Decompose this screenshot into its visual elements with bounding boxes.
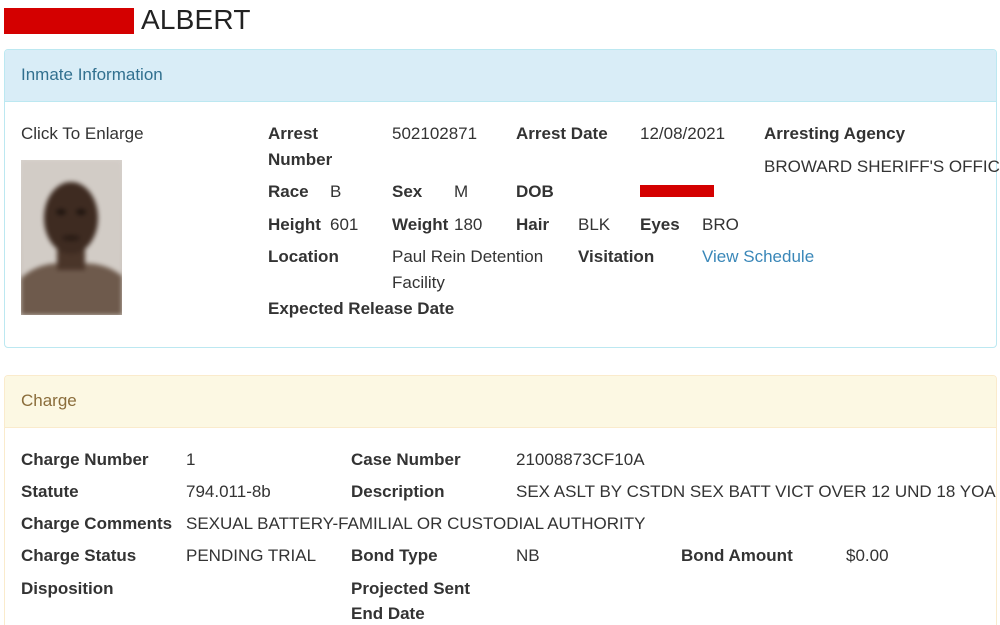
charge-comments-value: SEXUAL BATTERY-FAMILIAL OR CUSTODIAL AUT… (186, 514, 646, 533)
disposition-label: Disposition (21, 579, 114, 598)
charge-status-value: PENDING TRIAL (186, 546, 317, 565)
case-number-value: 21008873CF10A (516, 450, 645, 469)
visitation-label: Visitation (578, 247, 655, 266)
arresting-agency-label: Arresting Agency (764, 124, 906, 143)
charge-status-label: Charge Status (21, 546, 137, 565)
statute-label: Statute (21, 482, 79, 501)
location-value: Paul Rein Detention (392, 247, 544, 266)
inmate-name: ALBERT (141, 4, 251, 35)
case-number-label: Case Number (351, 450, 461, 469)
inmate-information-heading: Inmate Information (5, 50, 996, 102)
description-label: Description (351, 482, 445, 501)
sex-value: M (454, 182, 469, 201)
redacted-first-name (4, 8, 134, 34)
arrest-date-value: 12/08/2021 (640, 124, 726, 143)
hair-label: Hair (516, 215, 550, 234)
arresting-agency-value: BROWARD SHERIFF'S OFFICE (764, 157, 1000, 176)
expected-release-date-label: Expected Release Date (268, 299, 455, 318)
arrest-number-label-cont: Number (268, 150, 333, 169)
redacted-dob (640, 185, 714, 197)
bond-amount-value: $0.00 (846, 546, 889, 565)
description-value: SEX ASLT BY CSTDN SEX BATT VICT OVER 12 … (516, 482, 996, 501)
inmate-photo[interactable] (21, 160, 122, 315)
arrest-number-label: Arrest (268, 124, 319, 143)
photo-caption-link[interactable]: Click To Enlarge (21, 121, 144, 147)
weight-value: 180 (454, 215, 483, 234)
dob-label: DOB (516, 182, 554, 201)
hair-value: BLK (578, 215, 611, 234)
charge-heading: Charge (5, 376, 996, 428)
arrest-date-label: Arrest Date (516, 124, 608, 143)
inmate-information-panel: Inmate Information (4, 49, 997, 348)
eyes-value: BRO (702, 215, 739, 234)
race-label: Race (268, 182, 309, 201)
charge-comments-label: Charge Comments (21, 514, 173, 533)
sex-label: Sex (392, 182, 423, 201)
height-label: Height (268, 215, 321, 234)
charge-number-label: Charge Number (21, 450, 149, 469)
charge-number-value: 1 (186, 450, 196, 469)
weight-label: Weight (392, 215, 449, 234)
statute-value: 794.011-8b (186, 482, 271, 501)
bond-amount-label: Bond Amount (681, 546, 793, 565)
height-value: 601 (330, 215, 359, 234)
projected-sent-end-date-label: Projected Sent (351, 579, 471, 598)
projected-sent-end-date-label-cont: End Date (351, 604, 425, 623)
bond-type-label: Bond Type (351, 546, 438, 565)
eyes-label: Eyes (640, 215, 680, 234)
location-label: Location (268, 247, 339, 266)
bond-type-value: NB (516, 546, 540, 565)
arrest-number-value: 502102871 (392, 124, 478, 143)
race-value: B (330, 182, 342, 201)
location-value-cont: Facility (392, 273, 445, 292)
view-schedule-link[interactable]: View Schedule (702, 244, 814, 270)
